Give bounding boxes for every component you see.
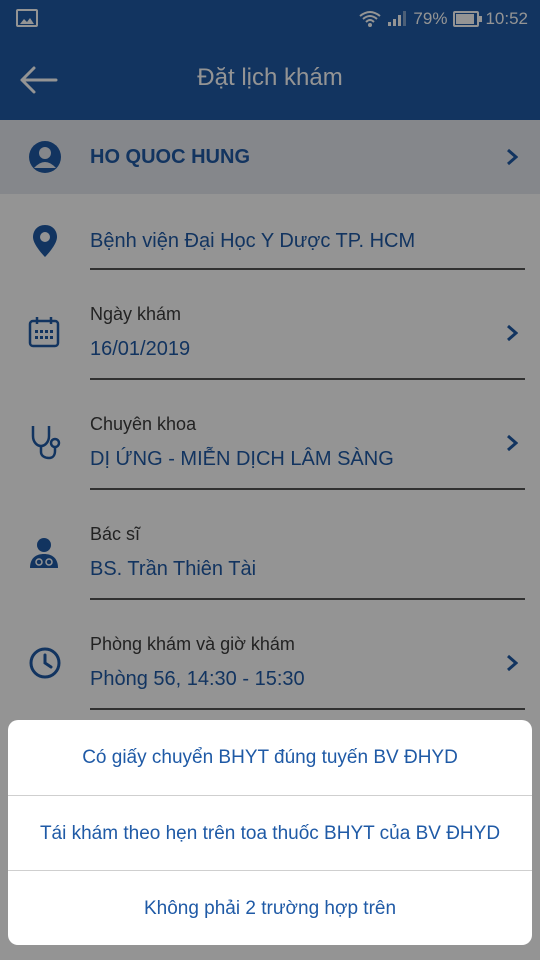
- option-none[interactable]: Không phải 2 trường hợp trên: [8, 871, 532, 945]
- option-follow-up[interactable]: Tái khám theo hẹn trên toa thuốc BHYT củ…: [8, 796, 532, 871]
- option-referral[interactable]: Có giấy chuyển BHYT đúng tuyến BV ĐHYD: [8, 720, 532, 795]
- insurance-option-sheet: Có giấy chuyển BHYT đúng tuyến BV ĐHYD T…: [8, 720, 532, 945]
